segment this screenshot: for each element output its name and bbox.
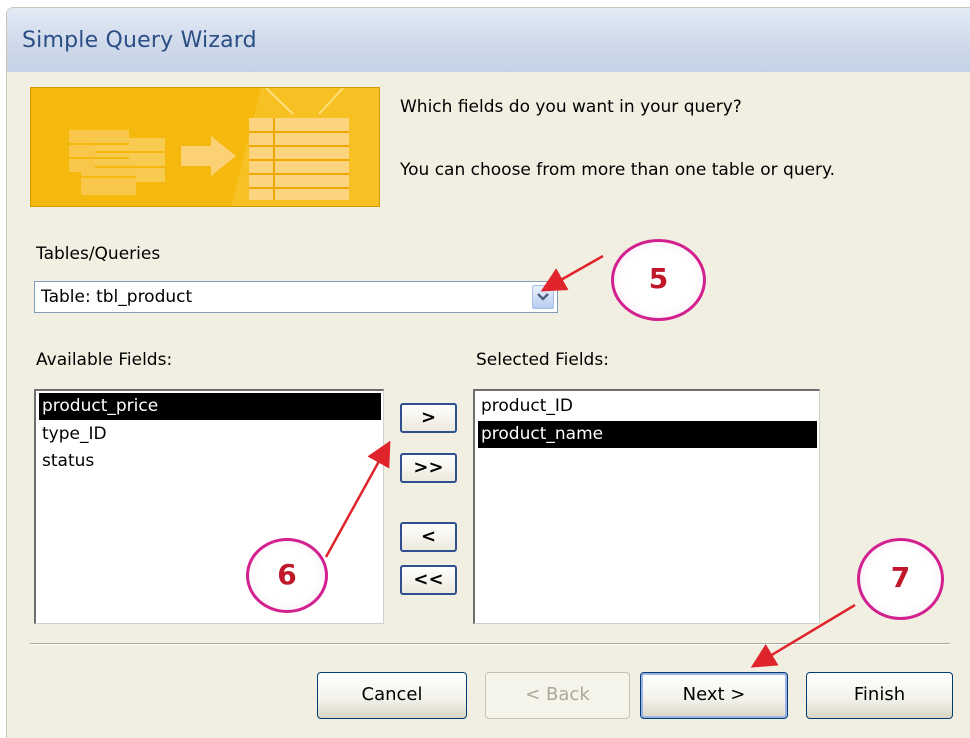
tables-queries-select[interactable]: Table: tbl_product [34,281,558,313]
list-item[interactable]: product_price [39,393,381,420]
tables-queries-value: Table: tbl_product [41,287,193,307]
callout-7: 7 [857,538,944,620]
tables-queries-label: Tables/Queries [36,244,161,264]
cancel-button[interactable]: Cancel [317,672,467,719]
list-item[interactable]: status [39,448,94,475]
intro-hint: You can choose from more than one table … [400,160,836,180]
selected-fields-label: Selected Fields: [476,350,609,370]
list-item[interactable]: product_ID [478,393,573,420]
window-title: Simple Query Wizard [22,28,257,53]
list-item[interactable]: product_name [478,421,817,448]
footer-divider [30,643,950,645]
add-all-fields-button[interactable]: >> [400,453,457,483]
remove-all-fields-button[interactable]: << [400,565,457,595]
add-field-button[interactable]: > [400,403,457,433]
next-button[interactable]: Next > [640,672,788,719]
callout-6: 6 [246,538,328,613]
wizard-graphic-icon [30,87,380,207]
intro-question: Which fields do you want in your query? [400,97,742,117]
callout-5: 5 [611,239,706,321]
back-button[interactable]: < Back [485,672,630,719]
title-bar[interactable]: Simple Query Wizard [7,8,970,72]
list-item[interactable]: type_ID [39,421,107,448]
chevron-down-icon[interactable] [532,285,554,309]
finish-button[interactable]: Finish [806,672,953,719]
available-fields-list[interactable]: product_price type_ID status [34,389,384,624]
remove-field-button[interactable]: < [400,522,457,552]
selected-fields-list[interactable]: product_ID product_name [473,389,820,624]
available-fields-label: Available Fields: [36,350,173,370]
